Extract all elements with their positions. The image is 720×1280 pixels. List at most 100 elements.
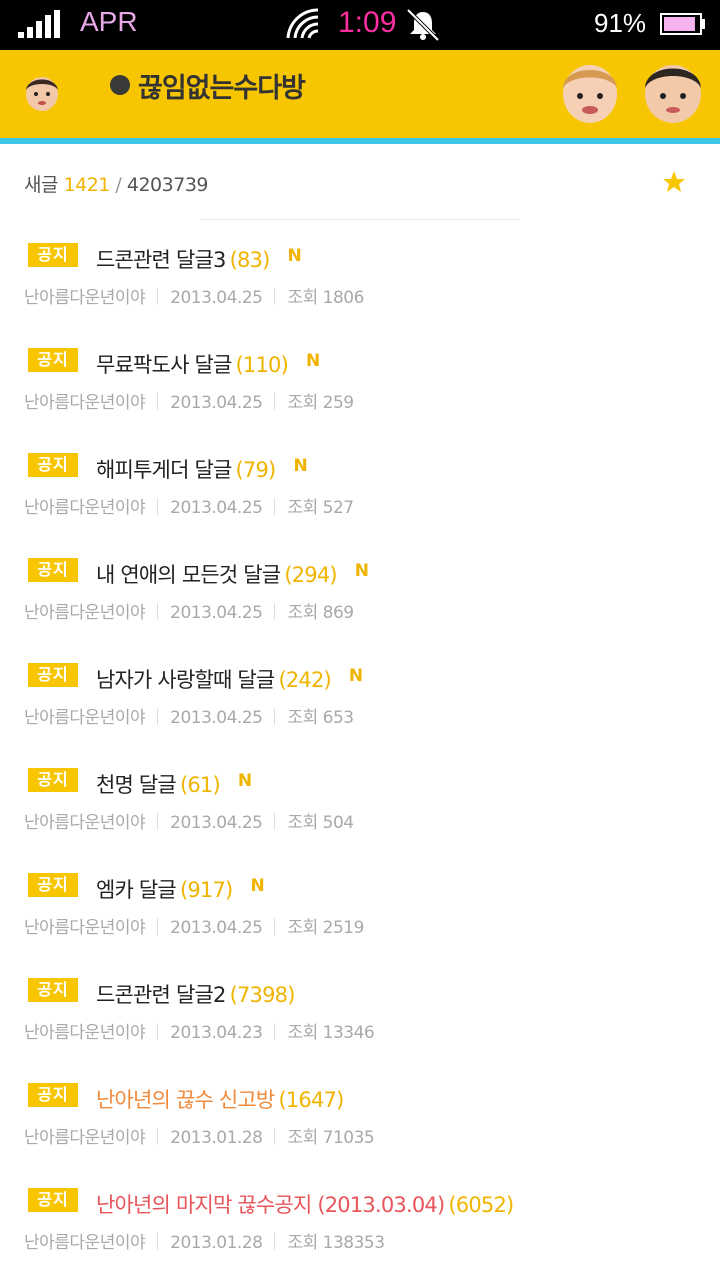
post-date: 2013.04.25 — [170, 708, 263, 728]
star-icon[interactable] — [662, 170, 686, 194]
post-list: 공지 드콘관련 달글3 (83) N 난아름다운년이야 2013.04.25 조회 18… — [0, 230, 720, 1280]
battery-icon — [660, 13, 705, 35]
post-author: 난아름다운년이야 — [24, 498, 146, 518]
post-author: 난아름다운년이야 — [24, 393, 146, 413]
alarm-bell-icon — [406, 8, 440, 42]
post-title[interactable]: 난아년의 끊수 신고방 (1647) — [96, 1084, 361, 1114]
post-item[interactable]: 공지 드콘관련 달글2 (7398) 난아름다운년이야 2013.04.23 조회 1… — [0, 965, 720, 1070]
notice-badge: 공지 — [28, 453, 78, 477]
post-date: 2013.01.28 — [170, 1233, 263, 1253]
post-title-text: 난아년의 마지막 끊수공지 (2013.03.04) — [96, 1193, 445, 1217]
post-views: 조회 653 — [287, 708, 354, 728]
meta-divider — [157, 498, 159, 515]
meta-divider — [274, 498, 276, 515]
post-title[interactable]: 드콘관련 달글3 (83) N — [96, 244, 302, 274]
new-mark: N — [354, 561, 369, 581]
notice-badge: 공지 — [28, 348, 78, 372]
meta-divider — [157, 603, 159, 620]
post-title-text: 무료팍도사 달글 — [96, 353, 232, 377]
battery-percent: 91% — [594, 8, 647, 38]
post-item[interactable]: 공지 드콘관련 달글3 (83) N 난아름다운년이야 2013.04.25 조회 18… — [0, 230, 720, 335]
post-item[interactable]: 공지 내 연애의 모든것 달글 (294) N 난아름다운년이야 2013.04.25… — [0, 545, 720, 650]
post-views: 조회 138353 — [287, 1233, 385, 1253]
post-title[interactable]: 해피투게더 달글 (79) N — [96, 454, 308, 484]
meta-divider — [274, 1233, 276, 1250]
post-meta: 난아름다운년이야 2013.04.25 조회 653 — [24, 703, 354, 728]
post-meta: 난아름다운년이야 2013.01.28 조회 71035 — [24, 1123, 375, 1148]
meta-divider — [274, 813, 276, 830]
post-date: 2013.04.25 — [170, 288, 263, 308]
post-date: 2013.04.23 — [170, 1023, 263, 1043]
post-views: 조회 2519 — [287, 918, 364, 938]
post-item[interactable]: 공지 난아년의 끊수 신고방 (1647) 난아름다운년이야 2013.01.28 조… — [0, 1070, 720, 1175]
post-title-text: 드콘관련 달글2 — [96, 983, 226, 1007]
new-mark: N — [293, 456, 307, 476]
post-item[interactable]: 공지 남자가 사랑할때 달글 (242) N 난아름다운년이야 2013.04.25 조… — [0, 650, 720, 755]
post-title[interactable]: 남자가 사랑할때 달글 (242) N — [96, 664, 363, 694]
post-date: 2013.04.25 — [170, 498, 263, 518]
post-title[interactable]: 천명 달글 (61) N — [96, 769, 252, 799]
meta-divider — [274, 288, 276, 305]
post-date: 2013.04.25 — [170, 393, 263, 413]
post-meta: 난아름다운년이야 2013.04.25 조회 259 — [24, 388, 354, 413]
new-mark: N — [237, 771, 252, 791]
sticker-face-icon — [563, 65, 617, 123]
wifi-icon — [286, 8, 319, 39]
meta-divider — [274, 393, 276, 410]
comment-count: (79) — [235, 458, 277, 482]
post-title[interactable]: 엠카 달글 (917) N — [96, 874, 265, 904]
post-meta: 난아름다운년이야 2013.04.25 조회 2519 — [24, 913, 364, 938]
profile-face-icon[interactable] — [24, 72, 60, 112]
new-mark: N — [348, 666, 363, 686]
meta-divider — [157, 288, 159, 305]
meta-divider — [157, 918, 159, 935]
post-date: 2013.04.25 — [170, 813, 263, 833]
meta-divider — [157, 1128, 159, 1145]
comment-count: (242) — [278, 668, 331, 692]
meta-divider — [274, 708, 276, 725]
comment-count: (6052) — [448, 1193, 514, 1217]
post-title-text: 천명 달글 — [96, 773, 177, 797]
post-title-text: 내 연애의 모든것 달글 — [96, 563, 281, 587]
post-item[interactable]: 공지 해피투게더 달글 (79) N 난아름다운년이야 2013.04.25 조회 52… — [0, 440, 720, 545]
meta-divider — [157, 393, 159, 410]
post-date: 2013.04.25 — [170, 918, 263, 938]
total-posts-count: 4203739 — [126, 174, 209, 196]
new-mark: N — [305, 351, 320, 371]
notice-badge: 공지 — [28, 663, 78, 687]
comment-count: (61) — [179, 773, 221, 797]
post-title[interactable]: 난아년의 마지막 끊수공지 (2013.03.04) (6052) — [96, 1189, 531, 1219]
new-posts-label: 새글 — [24, 174, 58, 196]
notice-badge: 공지 — [28, 243, 78, 267]
post-author: 난아름다운년이야 — [24, 603, 146, 623]
title-bullet-icon — [110, 75, 130, 95]
post-title[interactable]: 드콘관련 달글2 (7398) — [96, 979, 313, 1009]
comment-count: (110) — [235, 353, 289, 377]
meta-divider — [157, 1233, 159, 1250]
post-views: 조회 527 — [287, 498, 354, 518]
post-item[interactable]: 공지 천명 달글 (61) N 난아름다운년이야 2013.04.25 조회 504 — [0, 755, 720, 860]
meta-divider — [274, 1023, 276, 1040]
post-date: 2013.04.25 — [170, 603, 263, 623]
post-author: 난아름다운년이야 — [24, 1233, 146, 1253]
comment-count: (7398) — [229, 983, 296, 1007]
post-meta: 난아름다운년이야 2013.04.25 조회 504 — [24, 808, 354, 833]
new-posts-count: 1421 — [63, 174, 111, 196]
comment-count: (294) — [284, 563, 337, 587]
post-title[interactable]: 무료팍도사 달글 (110) N — [96, 349, 320, 379]
signal-icon — [18, 10, 60, 38]
page-title: 끊임없는수다방 — [138, 73, 306, 104]
new-mark: N — [250, 876, 264, 896]
post-title[interactable]: 내 연애의 모든것 달글 (294) N — [96, 559, 369, 589]
post-views: 조회 869 — [287, 603, 354, 623]
notice-badge: 공지 — [28, 558, 78, 582]
post-item[interactable]: 공지 엠카 달글 (917) N 난아름다운년이야 2013.04.25 조회 2519 — [0, 860, 720, 965]
post-views: 조회 504 — [287, 813, 354, 833]
post-item[interactable]: 공지 무료팍도사 달글 (110) N 난아름다운년이야 2013.04.25 조회 2… — [0, 335, 720, 440]
divider — [200, 219, 520, 220]
comment-count: (1647) — [278, 1088, 344, 1112]
post-views: 조회 259 — [287, 393, 354, 413]
post-item[interactable]: 공지 난아년의 마지막 끊수공지 (2013.03.04) (6052) 난아름다… — [0, 1175, 720, 1280]
post-author: 난아름다운년이야 — [24, 918, 146, 938]
meta-divider — [157, 1023, 159, 1040]
